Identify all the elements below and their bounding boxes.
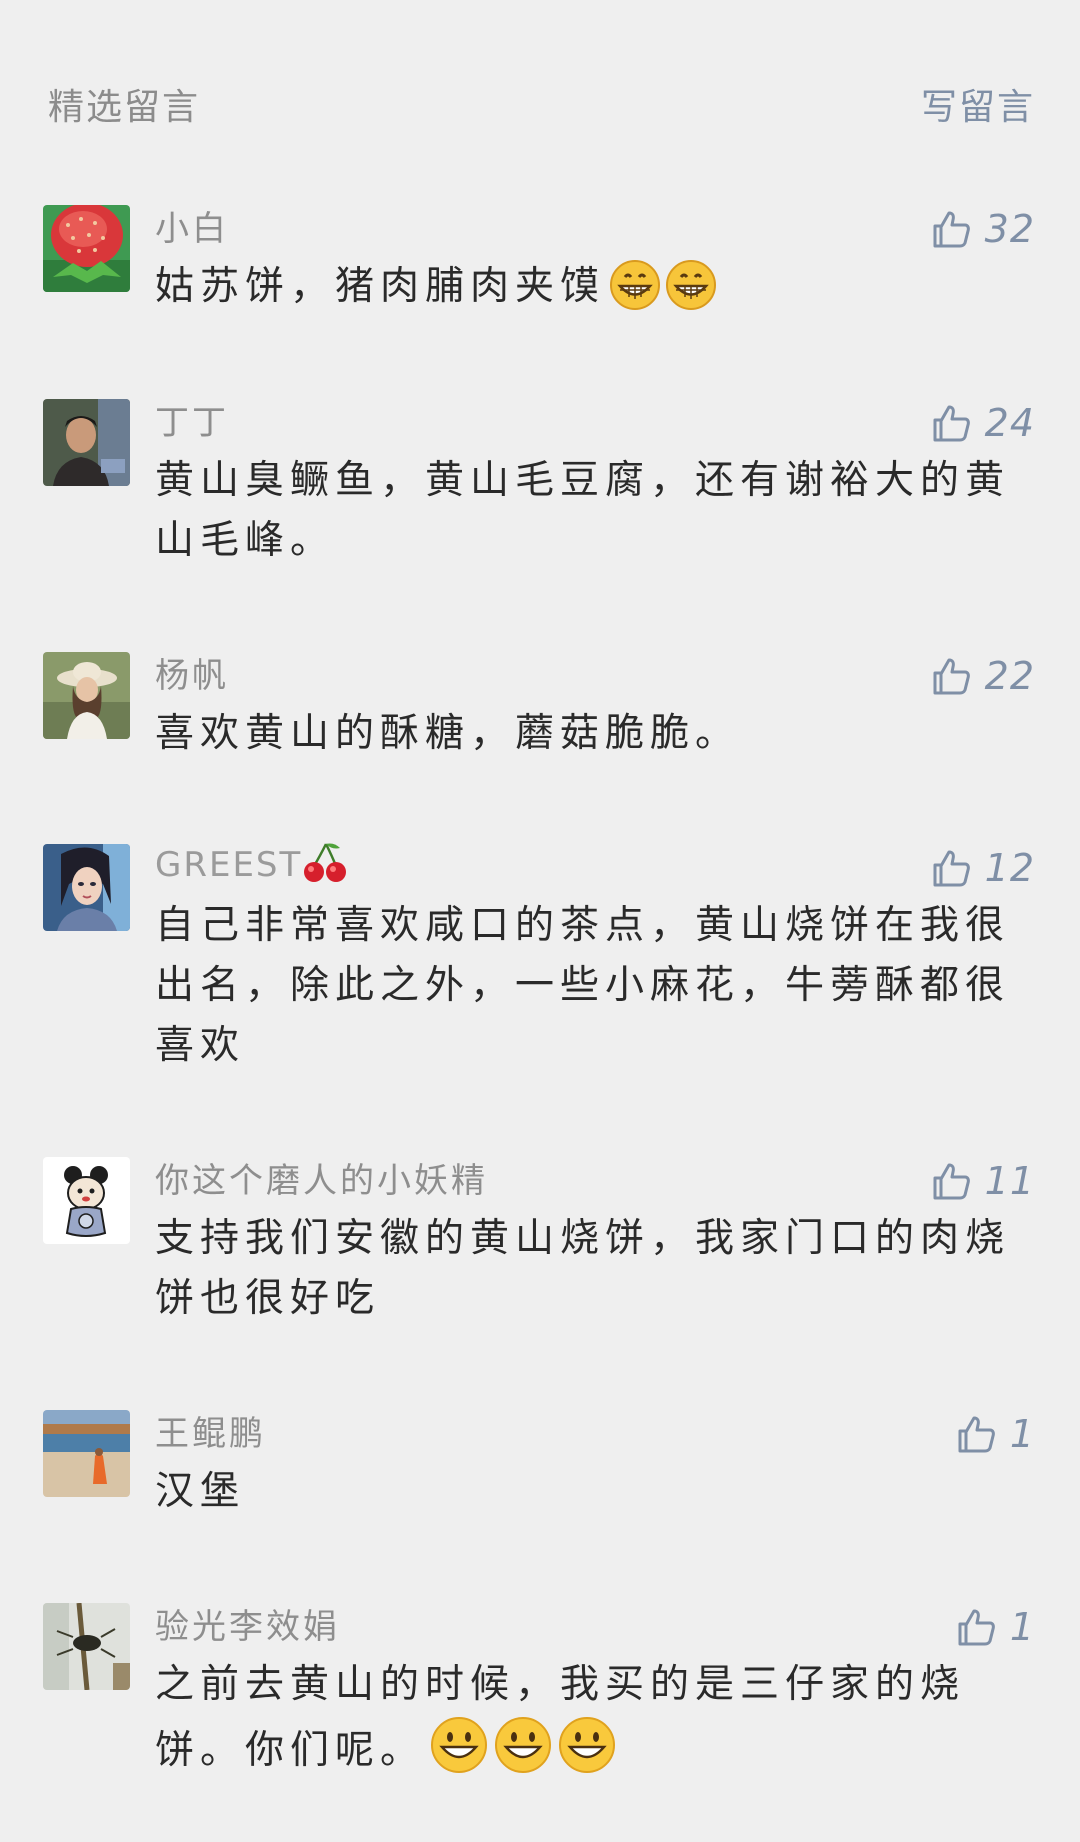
commenter-name[interactable]: 验光李效娟 bbox=[155, 1599, 340, 1648]
strawberry-avatar-image bbox=[43, 205, 130, 292]
grinning-emoji-icon bbox=[609, 259, 661, 329]
smile-emoji-icon bbox=[493, 1715, 553, 1793]
cherries-emoji-icon bbox=[302, 840, 350, 893]
fantasy-woman-avatar-image bbox=[43, 844, 130, 931]
thumbs-up-icon bbox=[933, 211, 970, 248]
like-button[interactable]: 1 bbox=[954, 1603, 1035, 1651]
comment-text: 黄山臭鳜鱼，黄山毛豆腐，还有谢裕大的黄山毛峰。 bbox=[155, 458, 1011, 563]
like-button[interactable]: 22 bbox=[929, 652, 1035, 700]
avatar[interactable] bbox=[43, 399, 130, 486]
commenter-name[interactable]: 丁丁 bbox=[155, 395, 229, 444]
commenter-name[interactable]: 王鲲鹏 bbox=[155, 1406, 266, 1455]
like-count: 1 bbox=[1009, 1605, 1035, 1649]
like-button[interactable]: 24 bbox=[929, 399, 1035, 447]
thumbs-up-icon bbox=[933, 1163, 970, 1200]
like-count: 24 bbox=[984, 401, 1035, 445]
insect-photo-avatar-image bbox=[43, 1603, 130, 1690]
avatar[interactable] bbox=[43, 1157, 130, 1244]
commenter-name[interactable]: 小白 bbox=[155, 201, 229, 250]
thumbs-up-icon bbox=[958, 1609, 995, 1646]
thumbs-up-icon bbox=[958, 1416, 995, 1453]
avatar[interactable] bbox=[43, 1410, 130, 1497]
like-button[interactable]: 32 bbox=[929, 205, 1035, 253]
grinning-emoji-icon bbox=[665, 259, 717, 329]
comment-text: 自己非常喜欢咸口的茶点，黄山烧饼在我很出名，除此之外，一些小麻花，牛蒡酥都很喜欢 bbox=[155, 903, 1011, 1068]
like-count: 1 bbox=[1009, 1412, 1035, 1456]
thumbs-up-icon bbox=[933, 405, 970, 442]
avatar[interactable] bbox=[43, 844, 130, 931]
comment-text: 汉堡 bbox=[155, 1469, 246, 1514]
smile-emoji-icon bbox=[557, 1715, 617, 1793]
comment-text: 姑苏饼，猪肉脯肉夹馍 bbox=[155, 257, 1015, 329]
comment-text: 支持我们安徽的黄山烧饼，我家门口的肉烧饼也很好吃 bbox=[155, 1216, 1011, 1321]
like-button[interactable]: 1 bbox=[954, 1410, 1035, 1458]
cartoon-character-avatar-image bbox=[43, 1157, 130, 1244]
woman-hat-avatar-image bbox=[43, 652, 130, 739]
commenter-name[interactable]: GREEST bbox=[155, 840, 350, 893]
comment-text: 喜欢黄山的酥糖，蘑菇脆脆。 bbox=[155, 711, 741, 756]
thumbs-up-icon bbox=[933, 850, 970, 887]
comment-body: 姑苏饼，猪肉脯肉夹馍 bbox=[155, 264, 606, 309]
man-portrait-avatar-image bbox=[43, 399, 130, 486]
commenter-name[interactable]: 你这个磨人的小妖精 bbox=[155, 1153, 488, 1202]
like-count: 32 bbox=[984, 207, 1035, 251]
comment-text: 之前去黄山的时候，我买的是三仔家的烧饼。你们呢。 bbox=[155, 1655, 1015, 1793]
avatar[interactable] bbox=[43, 652, 130, 739]
like-count: 22 bbox=[984, 654, 1035, 698]
avatar[interactable] bbox=[43, 1603, 130, 1690]
comment-list: 小白 32 姑苏饼，猪肉脯肉夹馍 丁丁 24 黄山臭鳜鱼，黄山毛豆腐，还有谢裕大… bbox=[0, 0, 1080, 1842]
like-button[interactable]: 12 bbox=[929, 844, 1035, 892]
thumbs-up-icon bbox=[933, 658, 970, 695]
like-count: 12 bbox=[984, 846, 1035, 890]
commenter-name[interactable]: 杨帆 bbox=[155, 648, 229, 697]
smile-emoji-icon bbox=[429, 1715, 489, 1793]
commenter-name-text: GREEST bbox=[155, 845, 303, 885]
beach-photo-avatar-image bbox=[43, 1410, 130, 1497]
like-button[interactable]: 11 bbox=[929, 1157, 1035, 1205]
like-count: 11 bbox=[984, 1159, 1035, 1203]
avatar[interactable] bbox=[43, 205, 130, 292]
